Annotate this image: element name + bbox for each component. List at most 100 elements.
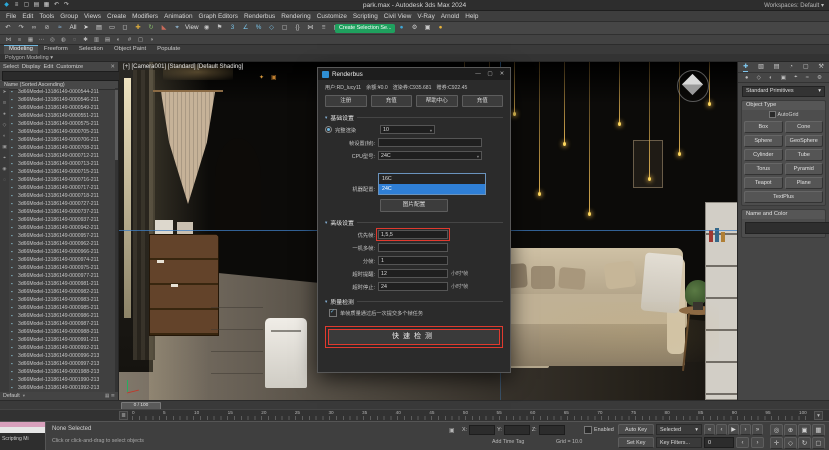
explorer-menu-item[interactable]: Display — [22, 64, 41, 70]
select-and-place-icon[interactable]: ⌖ — [171, 23, 183, 33]
scene-object-row[interactable]: ▪ 3d66Model-13186149-0000981-211 — [9, 280, 118, 288]
pan-icon[interactable]: ✛ — [770, 437, 783, 449]
scene-object-row[interactable]: ▪ 3d66Model-13186149-0000706-211 — [9, 136, 118, 144]
light-lister-icon[interactable]: ◐ — [114, 36, 123, 44]
save-file-icon[interactable]: ▦ — [42, 1, 51, 10]
autogrid-checkbox[interactable] — [769, 111, 776, 118]
unlink-selection-icon[interactable]: ⊘ — [41, 23, 53, 33]
play-button[interactable]: ▶ — [728, 424, 739, 435]
edit-named-selection-sets-icon[interactable]: ▢ — [279, 23, 291, 33]
renderbus-dialog[interactable]: Renderbus —▢✕ 用户:RD_lucy11余额:¥0.0渲染券:C93… — [317, 67, 511, 373]
redo-quick-icon[interactable]: ↷ — [62, 1, 71, 10]
helpers-category-icon[interactable]: ⌖ — [794, 74, 797, 81]
isolate-selection-icon[interactable]: ◎ — [48, 36, 57, 44]
rectangular-selection-icon[interactable]: ▭ — [106, 23, 118, 33]
frame-settings-input[interactable] — [378, 138, 482, 147]
menu-item[interactable]: Animation — [161, 11, 195, 22]
object-name-input[interactable] — [745, 222, 829, 234]
menu-item[interactable]: V-Ray — [414, 11, 437, 22]
menu-item[interactable]: Scripting — [350, 11, 381, 22]
explorer-lights-filter-icon[interactable]: ◐ — [3, 134, 6, 140]
go-to-start-button[interactable]: « — [704, 424, 715, 435]
angle-snap-icon[interactable]: ∠ — [240, 23, 252, 33]
primitive-category-dropdown[interactable]: Standard Primitives ▾ — [742, 86, 825, 97]
primitive-button[interactable]: Plane — [785, 177, 824, 189]
explorer-scrollbar-thumb[interactable] — [115, 90, 118, 160]
select-and-manipulate-icon[interactable]: ⚑ — [214, 23, 226, 33]
ribbon-strip-polygon-modeling[interactable]: Polygon Modeling ▾ — [0, 54, 829, 62]
set-key-button[interactable]: Set Key — [618, 437, 654, 448]
named-selection-sets-dropdown[interactable]: {} — [292, 23, 304, 33]
explorer-layer-dropdown[interactable]: Default — [3, 393, 20, 399]
ribbon-tab[interactable]: Object Paint — [109, 45, 151, 54]
scene-object-row[interactable]: ▪ 3d66Model-13186149-0001988-213 — [9, 368, 118, 376]
scene-object-row[interactable]: ▪ 3d66Model-13186149-0000988-211 — [9, 328, 118, 336]
scene-object-row[interactable]: ▪ 3d66Model-13186149-0000977-211 — [9, 272, 118, 280]
mirror-icon[interactable]: ⋈ — [305, 23, 317, 33]
field-input[interactable]: 1,5,5 — [378, 230, 448, 239]
new-scene-icon[interactable]: ▢ — [22, 1, 31, 10]
cpu-model-select[interactable]: 24C ▾ — [378, 151, 482, 160]
x-coordinate-field[interactable] — [469, 425, 495, 435]
menu-item[interactable]: Graph Editors — [196, 11, 241, 22]
explorer-show-all-icon[interactable]: ⊙ — [2, 101, 6, 107]
explorer-materials-filter-icon[interactable]: ◉ — [2, 167, 6, 173]
render-mode-select[interactable]: 10 ▾ — [380, 125, 435, 134]
systems-category-icon[interactable]: ⚙ — [817, 75, 822, 81]
spacewarps-category-icon[interactable]: ≈ — [806, 75, 809, 81]
app-logo-icon[interactable]: ◆ — [2, 1, 11, 10]
name-color-rollout-header[interactable]: Name and Color — [742, 210, 825, 219]
mirror-tool-icon[interactable]: ⋈ — [4, 36, 13, 44]
motion-tab-icon[interactable]: ◔ — [789, 62, 793, 72]
select-and-rotate-icon[interactable]: ↻ — [145, 23, 157, 33]
cpu-option[interactable]: 16C — [379, 174, 485, 184]
rendered-frame-window-icon[interactable]: ▣ — [422, 23, 434, 33]
selection-lock-icon[interactable]: ▣ — [449, 427, 455, 434]
account-button[interactable]: 注册 — [325, 95, 367, 107]
menu-item[interactable]: Renderbus — [241, 11, 278, 22]
ribbon-tab[interactable]: Selection — [74, 45, 108, 54]
scene-object-row[interactable]: ▪ 3d66Model-13186149-0000966-211 — [9, 248, 118, 256]
shapes-category-icon[interactable]: ◇ — [757, 75, 761, 81]
menu-item[interactable]: File — [3, 11, 19, 22]
cameras-category-icon[interactable]: ▣ — [781, 75, 786, 81]
primitive-button[interactable]: Torus — [744, 163, 783, 175]
scene-object-row[interactable]: ▪ 3d66Model-13186149-0000997-213 — [9, 360, 118, 368]
explorer-helpers-filter-icon[interactable]: ⌖ — [3, 156, 6, 162]
align-tool-icon[interactable]: ≡ — [15, 36, 24, 44]
menu-item[interactable]: Create — [104, 11, 129, 22]
scene-object-row[interactable]: ▪ 3d66Model-13186149-0000983-211 — [9, 296, 118, 304]
scene-object-row[interactable]: ▪ 3d66Model-13186149-0000975-211 — [9, 264, 118, 272]
scene-object-row[interactable]: ▪ 3d66Model-13186149-0000962-211 — [9, 240, 118, 248]
scene-object-row[interactable]: ▪ 3d66Model-13186149-0000544-211 — [9, 88, 118, 96]
select-and-move-icon[interactable]: ✚ — [132, 23, 144, 33]
scene-object-row[interactable]: ▪ 3d66Model-13186149-0000992-211 — [9, 344, 118, 352]
primitive-button[interactable]: Teapot — [744, 177, 783, 189]
scene-object-row[interactable]: ▪ 3d66Model-13186149-0001990-213 — [9, 376, 118, 384]
scene-states-icon[interactable]: ▤ — [103, 36, 112, 44]
account-button[interactable]: 帮助中心 — [416, 95, 458, 107]
scene-object-row[interactable]: ▪ 3d66Model-13186149-0000996-213 — [9, 352, 118, 360]
create-selection-set-button[interactable]: Create Selection Se... — [335, 24, 395, 33]
scene-object-row[interactable]: ▪ 3d66Model-13186149-0000575-211 — [9, 120, 118, 128]
go-to-end-button[interactable]: » — [752, 424, 763, 435]
fov-icon[interactable]: ◇ — [784, 437, 797, 449]
quick-test-button[interactable]: 快速检测 — [328, 329, 500, 345]
explorer-hidden-filter-icon[interactable]: ◌ — [3, 178, 6, 184]
zoom-extents-icon[interactable]: ▣ — [798, 424, 811, 436]
viewport-tool-icon-2[interactable]: ▣ — [271, 74, 277, 81]
zoom-extents-all-icon[interactable]: ▦ — [812, 424, 825, 436]
time-slider[interactable]: 0 / 100 — [0, 400, 829, 409]
app-menu-icon[interactable]: ≡ — [12, 1, 21, 10]
account-button[interactable]: 充值 — [462, 95, 504, 107]
primitive-button[interactable]: Box — [744, 121, 783, 133]
explorer-close-icon[interactable]: ✕ — [110, 64, 118, 70]
next-key-button[interactable]: › — [751, 437, 764, 448]
menu-item[interactable]: Views — [81, 11, 104, 22]
quality-checkbox[interactable] — [329, 309, 337, 317]
scene-object-row[interactable]: ▪ 3d66Model-13186149-0001992-213 — [9, 384, 118, 392]
zoom-icon[interactable]: ◎ — [770, 424, 783, 436]
track-bar-config-button[interactable]: ▾ — [814, 411, 823, 420]
scene-object-row[interactable]: ▪ 3d66Model-13186149-0000715-211 — [9, 168, 118, 176]
field-input[interactable]: 24 — [378, 282, 448, 291]
